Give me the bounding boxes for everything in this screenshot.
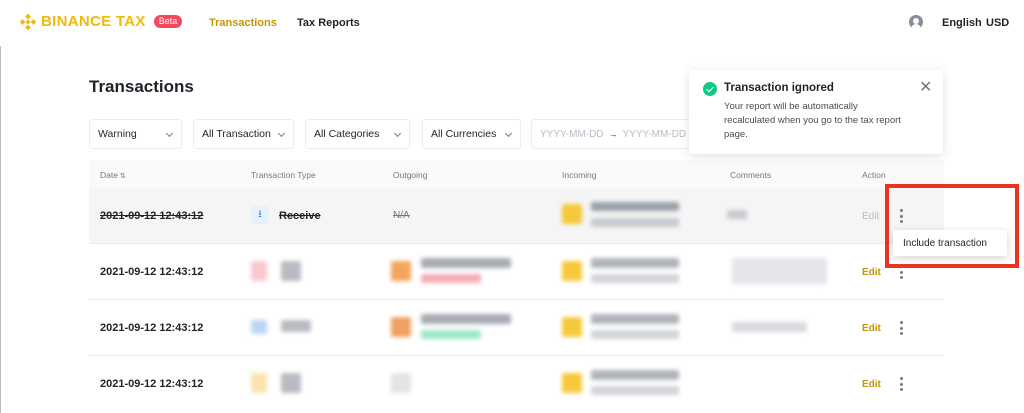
column-header-date-label: Date — [100, 170, 118, 180]
date-to-input[interactable]: YYYY-MM-DD — [623, 129, 687, 140]
download-icon: ⭳ — [251, 206, 269, 224]
more-options-icon[interactable] — [897, 375, 905, 393]
notification-toast: Transaction ignored Your report will be … — [689, 70, 943, 154]
redacted-type — [281, 320, 311, 332]
column-header-incoming: Incoming — [562, 170, 597, 180]
transaction-filter-dropdown[interactable]: All Transaction — [193, 119, 294, 149]
transaction-date: 2021-09-12 12:43:12 — [100, 210, 204, 222]
toast-title: Transaction ignored — [724, 82, 834, 94]
transaction-date: 2021-09-12 12:43:12 — [100, 378, 204, 390]
redacted-type — [281, 373, 301, 393]
redacted-amount — [591, 274, 679, 283]
edit-button[interactable]: Edit — [862, 267, 881, 278]
edit-button[interactable]: Edit — [862, 211, 879, 222]
top-nav-bar: BINANCE TAX Beta Transactions Tax Report… — [0, 0, 1024, 46]
redacted-amount — [591, 202, 679, 211]
toast-message: Your report will be automatically recalc… — [724, 101, 901, 140]
redacted-amount — [591, 314, 679, 324]
edit-button[interactable]: Edit — [862, 323, 881, 334]
nav-transactions[interactable]: Transactions — [209, 17, 277, 29]
coin-icon — [562, 373, 582, 393]
status-filter-dropdown[interactable]: Warning — [89, 119, 182, 149]
window-edge — [0, 46, 1, 413]
transaction-filter-value: All Transaction — [202, 128, 271, 140]
redacted-amount — [591, 218, 679, 227]
arrow-right-icon: → — [608, 129, 618, 139]
currency-selector[interactable]: USD — [986, 17, 1009, 29]
date-range-picker[interactable]: YYYY-MM-DD → YYYY-MM-DD — [531, 119, 701, 149]
status-filter-value: Warning — [98, 128, 137, 140]
coin-icon — [562, 261, 582, 281]
chevron-down-icon — [393, 129, 402, 138]
coin-icon — [562, 317, 582, 337]
user-account-icon[interactable] — [909, 15, 923, 29]
redacted-comment — [732, 258, 827, 284]
brand-name: BINANCE TAX — [41, 13, 146, 30]
type-icon — [251, 261, 267, 281]
type-icon — [251, 373, 267, 393]
table-row: 2021-09-12 12:43:12 Edit — [89, 356, 944, 412]
currency-filter-dropdown[interactable]: All Currencies — [422, 119, 521, 149]
binance-tax-logo[interactable]: BINANCE TAX Beta — [20, 13, 183, 30]
sort-icon[interactable]: ⇅ — [120, 173, 126, 180]
column-header-comments: Comments — [730, 170, 772, 180]
column-header-date[interactable]: Date ⇅ — [100, 170, 126, 180]
coin-icon — [391, 317, 411, 337]
coin-icon — [562, 204, 582, 224]
more-options-icon[interactable] — [897, 319, 905, 337]
table-header — [89, 160, 944, 188]
redacted-amount — [591, 330, 679, 339]
table-row: 2021-09-12 12:43:12 ⭳ Receive N/A Edit — [89, 188, 944, 244]
chevron-down-icon — [165, 129, 174, 138]
table-row: 2021-09-12 12:43:12 Edit — [89, 244, 944, 300]
category-filter-dropdown[interactable]: All Categories — [305, 119, 410, 149]
redacted-amount — [421, 274, 481, 283]
redacted-type — [281, 261, 301, 281]
redacted-amount — [591, 258, 679, 268]
table-row: 2021-09-12 12:43:12 Edit — [89, 300, 944, 356]
column-header-action: Action — [862, 170, 886, 180]
annotation-highlight-box — [885, 184, 1019, 268]
redacted-comment — [727, 210, 747, 219]
column-header-type: Transaction Type — [251, 170, 316, 180]
language-selector[interactable]: English — [942, 17, 982, 29]
chevron-down-icon — [504, 129, 513, 138]
edit-button[interactable]: Edit — [862, 379, 881, 390]
chevron-down-icon — [277, 129, 286, 138]
redacted-amount — [591, 386, 679, 395]
binance-logo-icon — [20, 13, 36, 30]
transaction-type: Receive — [279, 210, 321, 222]
redacted-comment — [732, 322, 807, 332]
coin-icon — [391, 261, 411, 281]
column-header-outgoing: Outgoing — [393, 170, 428, 180]
transaction-date: 2021-09-12 12:43:12 — [100, 322, 204, 334]
page-title: Transactions — [89, 77, 194, 96]
close-icon[interactable]: ✕ — [919, 80, 932, 96]
nav-tax-reports[interactable]: Tax Reports — [297, 17, 360, 29]
category-filter-value: All Categories — [314, 128, 380, 140]
redacted-amount — [421, 258, 511, 268]
redacted-amount — [591, 370, 679, 380]
success-check-icon — [703, 82, 717, 96]
outgoing-value: N/A — [393, 210, 410, 221]
currency-filter-value: All Currencies — [431, 128, 497, 140]
coin-icon — [391, 373, 411, 393]
beta-badge: Beta — [153, 15, 183, 28]
redacted-amount — [421, 330, 481, 339]
type-icon — [251, 320, 267, 334]
redacted-amount — [421, 314, 511, 324]
date-from-input[interactable]: YYYY-MM-DD — [540, 129, 604, 140]
transaction-date: 2021-09-12 12:43:12 — [100, 266, 204, 278]
